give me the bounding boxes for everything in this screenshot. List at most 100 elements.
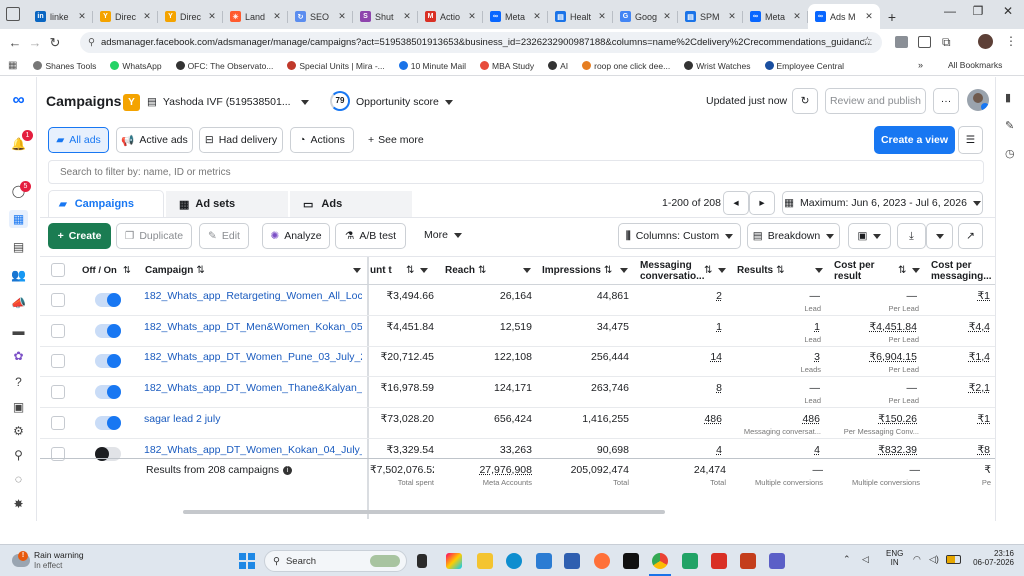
game-icon[interactable]: [623, 553, 639, 569]
location-icon[interactable]: ◁: [862, 554, 869, 565]
messaging-cell[interactable]: 14: [640, 351, 722, 363]
campaign-name-link[interactable]: 182_Whats_app_DT_Women_Kokan_04_July_26: [144, 444, 362, 456]
filter-settings-button[interactable]: ☰: [958, 126, 983, 154]
business-suite-icon[interactable]: ✿: [9, 347, 28, 365]
messaging-cell[interactable]: 4: [640, 444, 722, 456]
more-bookmarks-icon[interactable]: »: [918, 60, 923, 70]
browser-tab[interactable]: G Goog ✕: [613, 4, 678, 29]
browser-menu-icon[interactable]: ⋮: [1005, 34, 1017, 48]
close-tab-icon[interactable]: ✕: [864, 11, 874, 22]
select-all-checkbox[interactable]: [51, 263, 65, 277]
analyze-button[interactable]: ✺ Analyze: [262, 223, 330, 249]
col-reach[interactable]: Reach ⇅: [445, 257, 533, 284]
col-cost-per-messaging[interactable]: Cost per messaging...: [931, 257, 993, 284]
campaign-name-link[interactable]: 182_Whats_app_Retargeting_Women_All_Loca…: [144, 290, 362, 302]
cost-per-result-cell[interactable]: —: [834, 382, 918, 394]
bookmark-item[interactable]: WhatsApp: [110, 61, 162, 71]
cost-per-result-cell[interactable]: ₹4,451.84: [834, 321, 917, 333]
bookmark-item[interactable]: MBA Study: [480, 61, 534, 71]
refresh-button[interactable]: ↻: [792, 88, 818, 114]
store-icon[interactable]: [564, 553, 580, 569]
bookmark-item[interactable]: roop one click dee...: [582, 61, 670, 71]
create-view-button[interactable]: Create a view: [874, 126, 955, 154]
screenshot-icon[interactable]: [918, 36, 931, 48]
mail-icon[interactable]: [711, 553, 727, 569]
bookmark-item[interactable]: Employee Central: [764, 61, 844, 71]
delivery-toggle[interactable]: [95, 416, 121, 430]
new-tab-button[interactable]: +: [880, 4, 904, 29]
browser-tab[interactable]: ▤ SPM ✕: [678, 4, 743, 29]
cost-per-messaging-cell[interactable]: ₹4,4: [931, 321, 990, 333]
close-tab-icon[interactable]: ✕: [792, 11, 802, 22]
close-tab-icon[interactable]: ✕: [77, 11, 87, 22]
columns-button[interactable]: ⫼ Columns: Custom: [618, 223, 741, 249]
delivery-toggle[interactable]: [95, 354, 121, 368]
review-publish-button[interactable]: Review and publish: [825, 88, 926, 114]
excel-icon[interactable]: [682, 553, 698, 569]
next-page-button[interactable]: ▸: [749, 191, 775, 215]
results-cell[interactable]: 1: [737, 321, 820, 333]
info-icon[interactable]: i: [283, 465, 293, 475]
edit-panel-icon[interactable]: ✎: [1005, 119, 1014, 132]
results-cell[interactable]: —: [737, 290, 821, 302]
bookmark-item[interactable]: Shanes Tools: [33, 61, 96, 71]
meta-logo-icon[interactable]: ∞: [9, 90, 28, 109]
campaign-name-link[interactable]: 182_Whats_app_DT_Men&Women_Kokan_05_J...: [144, 321, 362, 333]
powerpoint-icon[interactable]: [740, 553, 756, 569]
total-reach[interactable]: 27,976,908: [445, 464, 532, 476]
apps-grid-icon[interactable]: ▦: [8, 60, 17, 71]
close-tab-icon[interactable]: ✕: [142, 11, 152, 22]
campaign-name-link[interactable]: 182_Whats_app_DT_Women_Thane&Kalyan_03_.…: [144, 382, 362, 394]
bookmark-item[interactable]: Special Units | Mira -...: [287, 61, 385, 71]
actions-filter[interactable]: ◔ Actions: [290, 127, 354, 153]
cost-per-messaging-cell[interactable]: ₹2,1: [931, 382, 990, 394]
bookmark-item[interactable]: OFC: The Observato...: [175, 61, 273, 71]
close-tab-icon[interactable]: ✕: [727, 11, 737, 22]
address-bar[interactable]: ⚲ adsmanager.facebook.com/adsmanager/man…: [80, 32, 882, 53]
edit-button[interactable]: ✎ Edit: [199, 223, 249, 249]
weather-warning-icon[interactable]: !: [12, 551, 32, 569]
bookmark-item[interactable]: Wrist Watches: [684, 61, 751, 71]
bookmark-star-icon[interactable]: ☆: [862, 34, 873, 48]
more-options-button[interactable]: ···: [933, 88, 959, 114]
forward-icon[interactable]: →: [25, 35, 45, 50]
export-button[interactable]: ⤓: [897, 223, 926, 249]
campaign-name-link[interactable]: 182_Whats_app_DT_Women_Pune_03_July_26: [144, 351, 362, 363]
copilot-icon[interactable]: [446, 553, 462, 569]
bookmark-item[interactable]: AI: [548, 61, 568, 71]
browser-tab[interactable]: ▤ Healt ✕: [548, 4, 613, 29]
messaging-cell[interactable]: 2: [640, 290, 722, 302]
browser-tab[interactable]: ✳ Land ✕: [223, 4, 288, 29]
close-tab-icon[interactable]: ✕: [272, 11, 282, 22]
all-ads-filter[interactable]: ▰ All ads: [48, 127, 109, 153]
row-checkbox[interactable]: [51, 385, 65, 399]
all-bookmarks[interactable]: All Bookmarks: [948, 60, 1002, 70]
col-off-on[interactable]: Off / On ⇅: [82, 257, 132, 284]
messaging-cell[interactable]: 8: [640, 382, 722, 394]
cost-per-result-cell[interactable]: —: [834, 290, 918, 302]
results-cell[interactable]: 486: [737, 413, 820, 425]
col-impressions[interactable]: Impressions ⇅: [542, 257, 630, 284]
browser-tab[interactable]: in linke ✕: [28, 4, 93, 29]
reload-icon[interactable]: ↻: [45, 35, 65, 51]
pages-icon[interactable]: ▣: [9, 398, 28, 416]
minimize-icon[interactable]: —: [935, 4, 965, 18]
billing-icon[interactable]: ▬: [9, 322, 28, 340]
audiences-icon[interactable]: 👥: [9, 266, 28, 284]
extension-icon[interactable]: [895, 36, 908, 48]
back-icon[interactable]: ←: [5, 35, 25, 50]
bookmark-item[interactable]: 10 Minute Mail: [398, 61, 466, 71]
search-input[interactable]: Search to filter by: name, ID or metrics: [48, 160, 984, 184]
teams-icon[interactable]: [769, 553, 785, 569]
feedback-icon[interactable]: ◌: [9, 470, 28, 488]
browser-tab[interactable]: ∞ Ads M ✕: [808, 4, 880, 29]
firefox-icon[interactable]: [594, 553, 610, 569]
clock[interactable]: 23:16 06-07-2026: [960, 549, 1014, 567]
delivery-toggle[interactable]: [95, 385, 121, 399]
volume-icon[interactable]: ◁): [929, 554, 939, 565]
browser-tab[interactable]: ∞ Meta ✕: [483, 4, 548, 29]
tray-chevron-icon[interactable]: ⌃: [843, 554, 851, 565]
close-tab-icon[interactable]: ✕: [532, 11, 542, 22]
active-ads-filter[interactable]: 📢 Active ads: [116, 127, 193, 153]
ab-test-button[interactable]: ⚗ A/B test: [335, 223, 406, 249]
